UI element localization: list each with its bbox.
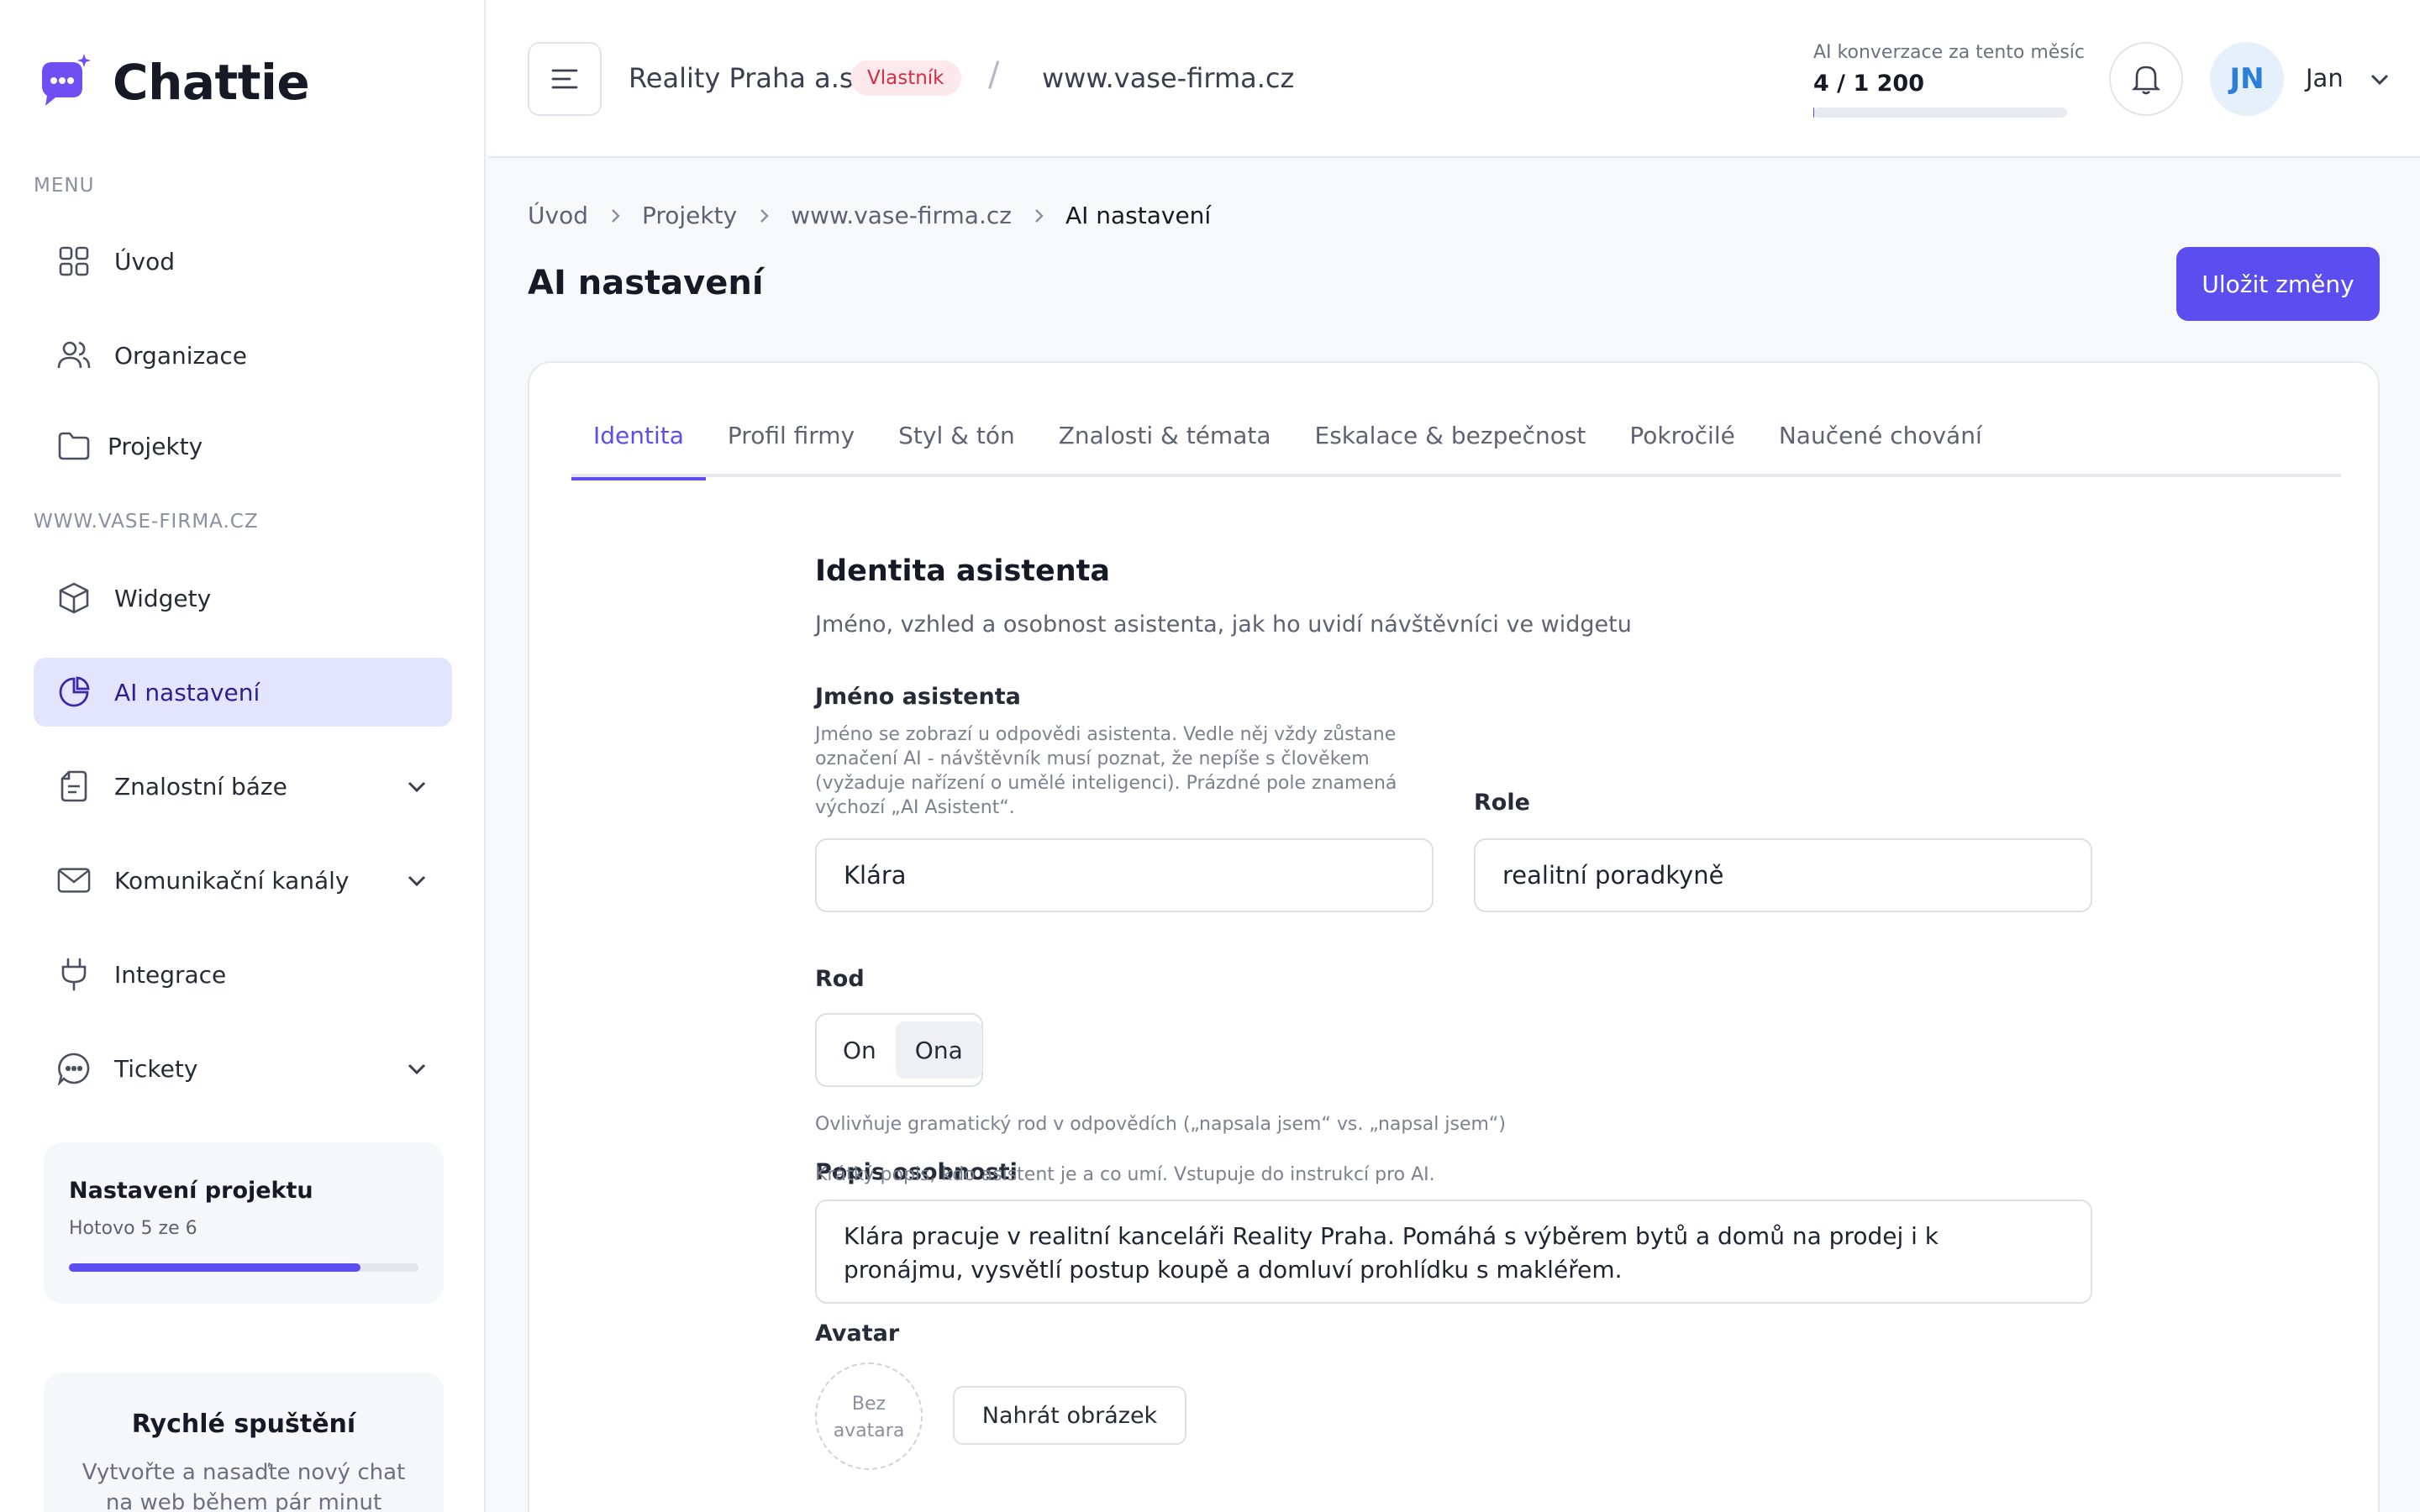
sidebar-item-integrace[interactable]: Integrace [34,940,452,1009]
usage-progress-bar [1813,108,2067,118]
usage-progress-fill [1813,108,1814,118]
avatar-placeholder: Bez avatara [815,1362,923,1470]
menu-toggle-button[interactable] [528,42,602,116]
chevron-right-icon [612,208,620,223]
tab-naucene-chovani[interactable]: Naučené chování [1757,422,2004,477]
sidebar-item-label: Úvod [114,247,175,276]
top-header: Reality Praha a.s. Vlastník / www.vase-f… [487,0,2420,158]
setup-progress-bar [69,1263,418,1272]
tab-eskalace-bezpecnost[interactable]: Eskalace & bezpečnost [1293,422,1608,477]
usage-value: 4 / 1 200 [1813,71,1924,97]
sidebar-item-label: Projekty [108,432,203,460]
save-changes-button[interactable]: Uložit změny [2176,247,2380,321]
assistant-name-label: Jméno asistenta [815,684,1021,710]
breadcrumb-current: AI nastavení [1065,202,1212,229]
user-avatar[interactable]: JN [2210,42,2284,116]
menu-icon [551,69,578,89]
project-setup-card[interactable]: Nastavení projektu Hotovo 5 ze 6 [44,1142,444,1304]
section-title: Identita asistenta [815,554,1111,588]
sidebar-item-tickety[interactable]: Tickety [34,1034,452,1103]
organization-name[interactable]: Reality Praha a.s. [629,62,862,94]
breadcrumb-slash: / [988,55,1000,94]
role-label: Role [1474,790,1530,816]
gender-label: Rod [815,966,865,992]
sidebar-item-label: AI nastavení [114,678,260,706]
chat-bubble-icon [57,1052,91,1085]
tab-styl-ton[interactable]: Styl & tón [876,422,1037,477]
notifications-button[interactable] [2109,42,2183,116]
project-site-name[interactable]: www.vase-firma.cz [1042,62,1294,94]
avatar-label: Avatar [815,1320,900,1347]
settings-tabs: Identita Profil firmy Styl & tón Znalost… [571,422,2341,480]
usage-label: AI konverzace za tento měsíc [1813,42,2085,63]
settings-card: Identita Profil firmy Styl & tón Znalost… [528,361,2380,1512]
gender-toggle: On Ona [815,1013,983,1087]
chevron-down-icon[interactable] [405,1057,429,1080]
avatar-placeholder-text: Bez [851,1394,886,1415]
bell-icon [2132,66,2160,95]
assistant-name-input[interactable] [815,838,1434,912]
app-logo[interactable]: Chattie [34,52,310,113]
page-title: AI nastavení [528,264,764,302]
breadcrumb-item[interactable]: Úvod [528,202,588,229]
chattie-logo-icon [34,52,94,113]
sidebar-item-label: Widgety [114,584,212,612]
user-name[interactable]: Jan [2306,64,2344,92]
gender-option-on[interactable]: On [823,1021,896,1079]
sidebar-item-widgety[interactable]: Widgety [34,564,452,633]
sidebar: Chattie MENU Úvod Organizace Projekty WW… [0,0,486,1512]
setup-progress-fill [69,1263,360,1272]
tab-znalosti-temata[interactable]: Znalosti & témata [1037,422,1293,477]
role-badge: Vlastník [850,60,961,96]
cube-icon [57,581,91,615]
sidebar-item-znalostni-baze[interactable]: Znalostní báze [34,752,452,821]
grid-icon [57,244,91,278]
chevron-down-icon[interactable] [405,869,429,892]
project-section-label: WWW.VASE-FIRMA.CZ [34,511,259,533]
persona-textarea[interactable]: Klára pracuje v realitní kanceláři Reali… [815,1200,2092,1304]
sidebar-item-label: Tickety [114,1054,198,1083]
breadcrumb-item[interactable]: Projekty [642,202,737,229]
setup-title: Nastavení projektu [69,1178,313,1204]
assistant-name-help: Jméno se zobrazí u odpovědi asistenta. V… [815,724,1397,818]
folder-icon [57,429,91,463]
chevron-down-icon[interactable] [405,774,429,798]
pie-chart-icon [57,675,91,709]
sidebar-item-komunikacni-kanaly[interactable]: Komunikační kanály [34,846,452,915]
sidebar-item-label: Organizace [114,341,247,370]
sidebar-item-projekty[interactable]: Projekty [34,412,452,480]
setup-progress-text: Hotovo 5 ze 6 [69,1218,197,1239]
plug-icon [57,958,91,991]
quick-start-text: Vytvořte a nasaďte nový chat na web běhe… [82,1460,406,1512]
chevron-down-icon[interactable] [2368,67,2391,91]
section-description: Jméno, vzhled a osobnost asistenta, jak … [815,612,1632,638]
mail-icon [57,864,91,897]
gender-help: Ovlivňuje gramatický rod v odpovědích („… [815,1114,1506,1135]
sidebar-item-uvod[interactable]: Úvod [34,227,452,296]
avatar-placeholder-text: avatara [833,1420,905,1441]
menu-section-label: MENU [34,175,95,197]
quick-start-card[interactable]: Rychlé spuštění Vytvořte a nasaďte nový … [44,1373,444,1512]
upload-image-button[interactable]: Nahrát obrázek [953,1386,1186,1445]
tab-profil-firmy[interactable]: Profil firmy [706,422,876,477]
sidebar-item-label: Znalostní báze [114,772,287,801]
sidebar-item-label: Integrace [114,960,227,989]
gender-option-ona[interactable]: Ona [895,1021,982,1079]
users-icon [57,339,91,372]
sidebar-item-organizace[interactable]: Organizace [34,321,452,390]
document-icon [57,769,91,803]
app-name: Chattie [113,54,310,111]
tab-identita[interactable]: Identita [571,422,706,480]
quick-start-title: Rychlé spuštění [131,1410,356,1439]
chevron-right-icon [760,208,769,223]
chevron-right-icon [1035,208,1044,223]
role-input[interactable] [1474,838,2092,912]
breadcrumb-item[interactable]: www.vase-firma.cz [791,202,1012,229]
tab-pokrocile[interactable]: Pokročilé [1607,422,1756,477]
sidebar-item-label: Komunikační kanály [114,866,350,895]
sidebar-item-ai-nastaveni[interactable]: AI nastavení [34,658,452,727]
persona-help: Krátký popis, kdo asistent je a co umí. … [815,1164,1435,1185]
breadcrumb: Úvod Projekty www.vase-firma.cz AI nasta… [528,202,1211,229]
